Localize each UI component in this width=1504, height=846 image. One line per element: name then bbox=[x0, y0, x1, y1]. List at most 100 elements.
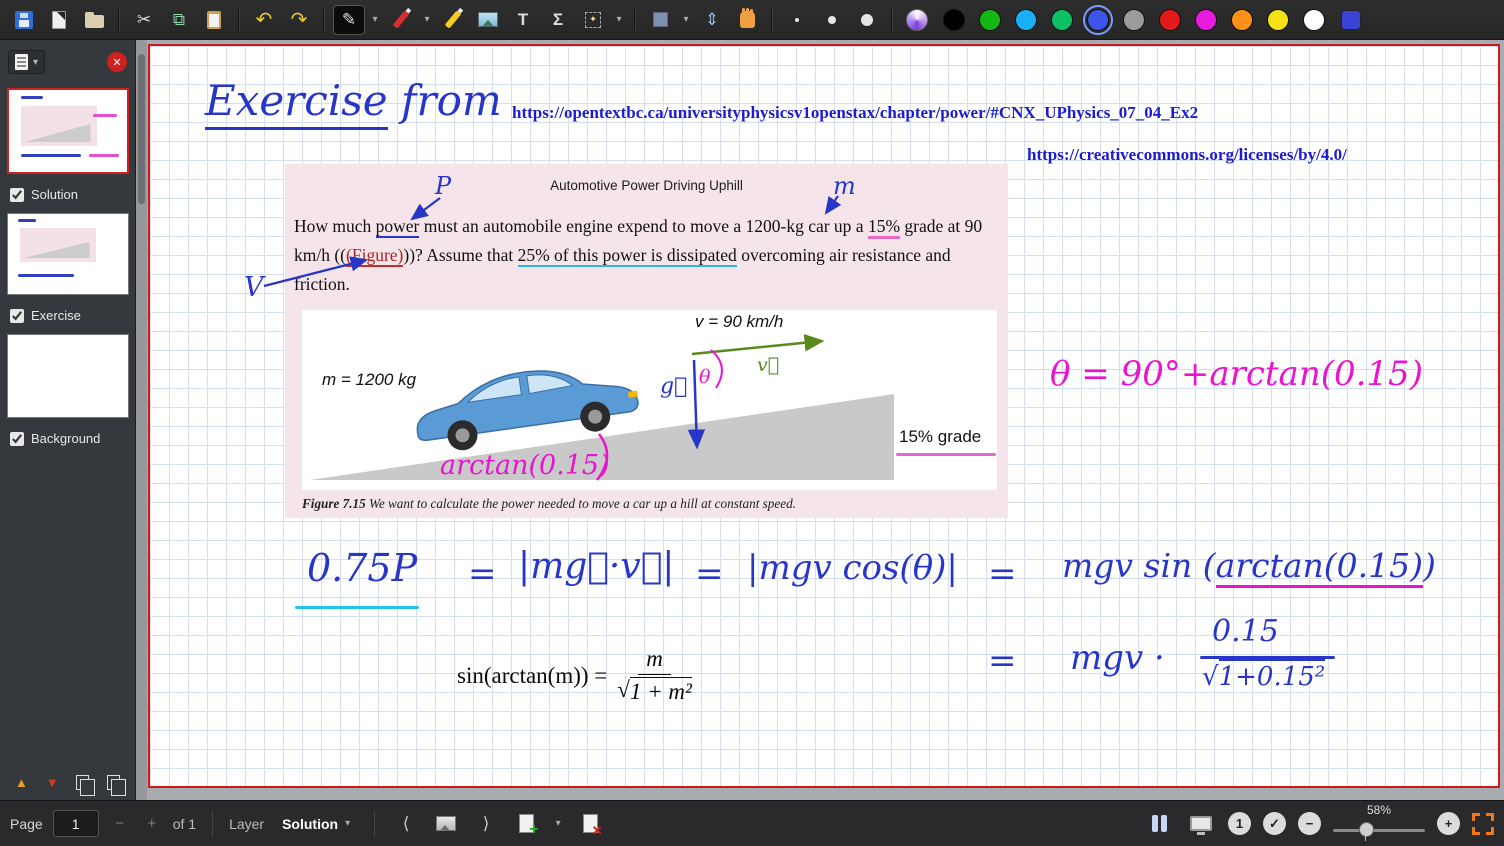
shape-tool-dropdown[interactable]: ▾ bbox=[679, 5, 693, 35]
undo-button[interactable]: ↶ bbox=[248, 5, 280, 35]
status-bar: Page − + of 1 Layer Solution ▾ ⟨ ⟩ ▾ 1 ✓… bbox=[0, 800, 1504, 846]
color-swatch-yellow[interactable] bbox=[1267, 9, 1289, 31]
minus-icon: − bbox=[115, 815, 124, 832]
layer-thumbnail-exercise[interactable] bbox=[7, 334, 129, 418]
typeset-numerator: m bbox=[638, 646, 671, 675]
custom-color-button[interactable] bbox=[1335, 5, 1367, 35]
color-swatch-white[interactable] bbox=[1303, 9, 1325, 31]
layer-select-dropdown[interactable]: Solution ▾ bbox=[274, 812, 358, 836]
zoom-100-icon: 1 bbox=[1236, 816, 1243, 831]
vertical-scrollbar[interactable] bbox=[136, 40, 147, 800]
zoom-fit-button[interactable]: ✓ bbox=[1263, 812, 1286, 835]
color-swatch-blue[interactable] bbox=[1087, 9, 1109, 31]
zoom-out-button[interactable]: − bbox=[1298, 812, 1321, 835]
presentation-mode-button[interactable] bbox=[1186, 809, 1216, 839]
layer-exercise-checkbox[interactable] bbox=[10, 309, 24, 323]
copy-page-button[interactable] bbox=[70, 770, 96, 794]
text-tool-button[interactable]: T bbox=[507, 5, 539, 35]
grade-underline-annotation bbox=[896, 453, 996, 456]
hand-icon bbox=[740, 11, 755, 28]
layer-solution-checkbox[interactable] bbox=[10, 188, 24, 202]
hw-eq-term-3a: mgv sin ( bbox=[1062, 546, 1216, 585]
pen-tool-button[interactable]: ✎ bbox=[333, 5, 365, 35]
document-page[interactable]: Exercise from https://opentextbc.ca/univ… bbox=[148, 44, 1500, 788]
hand-tool-button[interactable] bbox=[731, 5, 763, 35]
text-segment: How much bbox=[294, 216, 376, 236]
color-swatch-red[interactable] bbox=[1159, 9, 1181, 31]
previous-annotated-page-button[interactable]: ⟨ bbox=[391, 809, 421, 839]
scroll-up-button[interactable]: ▲ bbox=[8, 770, 34, 794]
pen-icon: ✎ bbox=[342, 10, 356, 30]
add-page-button[interactable] bbox=[511, 809, 541, 839]
color-swatch-magenta[interactable] bbox=[1195, 9, 1217, 31]
handwritten-title-word1: Exercise bbox=[205, 76, 388, 130]
new-document-button[interactable] bbox=[43, 5, 75, 35]
color-swatch-orange[interactable] bbox=[1231, 9, 1253, 31]
redo-button[interactable]: ↷ bbox=[283, 5, 315, 35]
paired-pages-button[interactable] bbox=[1144, 809, 1174, 839]
color-swatch-gray[interactable] bbox=[1123, 9, 1145, 31]
angle-left-icon: ⟨ bbox=[403, 814, 410, 834]
pen-tool-dropdown[interactable]: ▾ bbox=[368, 5, 382, 35]
next-annotated-page-button[interactable]: ⟩ bbox=[471, 809, 501, 839]
open-folder-icon bbox=[85, 15, 104, 28]
eraser-tool-button[interactable] bbox=[437, 5, 469, 35]
delete-page-button[interactable] bbox=[575, 809, 605, 839]
hw-eq2-head: mgv · bbox=[1070, 638, 1165, 678]
page-decrement-button[interactable]: − bbox=[109, 813, 131, 835]
thickness-fine-button[interactable] bbox=[781, 5, 813, 35]
zoom-original-button[interactable]: 1 bbox=[1228, 812, 1251, 835]
layer-thumbnail-solution[interactable] bbox=[7, 213, 129, 295]
zoom-slider[interactable]: 58% bbox=[1333, 806, 1425, 842]
chevron-down-icon: ▾ bbox=[345, 818, 350, 829]
layer-row-exercise[interactable]: Exercise bbox=[0, 301, 135, 330]
open-file-button[interactable] bbox=[78, 5, 110, 35]
thickness-thick-button[interactable] bbox=[851, 5, 883, 35]
page-thumbnail-current[interactable] bbox=[7, 88, 129, 174]
page-increment-button[interactable]: + bbox=[141, 813, 163, 835]
select-tool-button[interactable]: ✦ bbox=[577, 5, 609, 35]
license-url-link[interactable]: https://creativecommons.org/licenses/by/… bbox=[1027, 145, 1347, 165]
layer-row-solution[interactable]: Solution bbox=[0, 180, 135, 209]
color-swatch-teal-green[interactable] bbox=[1051, 9, 1073, 31]
color-swatch-light-blue[interactable] bbox=[1015, 9, 1037, 31]
toolbar-separator bbox=[891, 7, 893, 33]
source-url-link[interactable]: https://opentextbc.ca/universityphysicsv… bbox=[512, 103, 1198, 123]
hw-eq-equals-2: = bbox=[695, 554, 724, 594]
image-tool-button[interactable] bbox=[472, 5, 504, 35]
math-tex-tool-button[interactable]: Σ bbox=[542, 5, 574, 35]
shape-tool-button[interactable] bbox=[644, 5, 676, 35]
save-button[interactable] bbox=[8, 5, 40, 35]
move-page-button[interactable] bbox=[101, 770, 127, 794]
zoom-slider-handle[interactable] bbox=[1359, 822, 1374, 837]
typeset-denominator: √1 + m² bbox=[617, 675, 692, 705]
default-tool-button[interactable] bbox=[431, 809, 461, 839]
color-swatch-green[interactable] bbox=[979, 9, 1001, 31]
color-swatch-black[interactable] bbox=[943, 9, 965, 31]
scrollbar-thumb[interactable] bbox=[138, 54, 145, 204]
sidebar-view-dropdown[interactable]: ▾ bbox=[8, 50, 45, 74]
fullscreen-button[interactable] bbox=[1472, 813, 1494, 835]
zoom-slider-track[interactable] bbox=[1333, 829, 1425, 832]
paste-button[interactable] bbox=[198, 5, 230, 35]
close-sidebar-button[interactable]: ✕ bbox=[107, 52, 127, 72]
copy-button[interactable]: ⧉ bbox=[163, 5, 195, 35]
hw-eq-term-3b-underlined: arctan(0.15) bbox=[1216, 546, 1423, 588]
layer-row-background[interactable]: Background bbox=[0, 424, 135, 453]
highlighter-tool-dropdown[interactable]: ▾ bbox=[420, 5, 434, 35]
zoom-in-button[interactable]: + bbox=[1437, 812, 1460, 835]
document-preview-icon bbox=[15, 54, 28, 70]
select-tool-dropdown[interactable]: ▾ bbox=[612, 5, 626, 35]
thickness-medium-button[interactable] bbox=[816, 5, 848, 35]
text-segment: (Figure) bbox=[346, 245, 403, 267]
vertical-space-tool-button[interactable]: ⇕ bbox=[696, 5, 728, 35]
scroll-down-button[interactable]: ▼ bbox=[39, 770, 65, 794]
cut-button[interactable]: ✂ bbox=[128, 5, 160, 35]
page-number-input[interactable] bbox=[53, 810, 99, 837]
plus-icon: + bbox=[147, 815, 156, 832]
add-page-dropdown[interactable]: ▾ bbox=[551, 809, 565, 839]
layer-background-checkbox[interactable] bbox=[10, 432, 24, 446]
highlighter-tool-button[interactable] bbox=[385, 5, 417, 35]
arctan-annotation: arctan(0.15) bbox=[440, 450, 610, 481]
color-picker-button[interactable] bbox=[901, 5, 933, 35]
